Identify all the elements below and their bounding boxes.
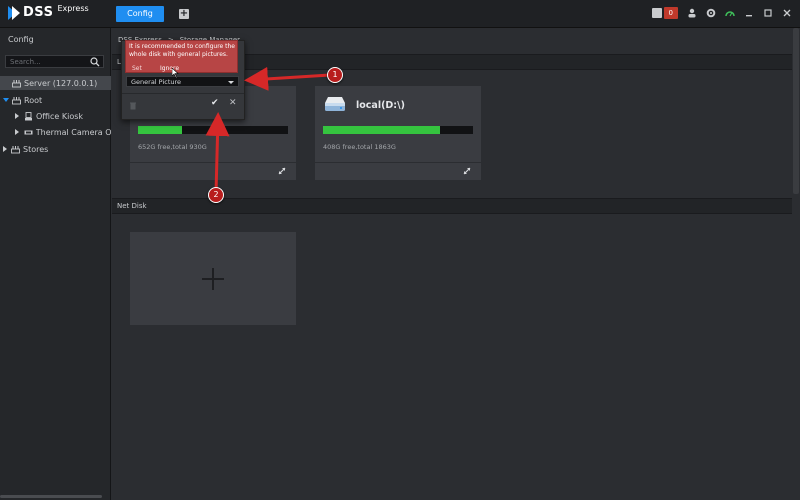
camera-icon: [24, 128, 33, 137]
tree-item-label: Thermal Camera Office: [35, 127, 111, 137]
minimize-icon[interactable]: [744, 8, 754, 18]
dss-logo-icon: [8, 5, 20, 20]
plus-icon: [212, 268, 214, 290]
app-name: DSS: [23, 5, 54, 20]
section-label: Net Disk: [117, 202, 147, 210]
disk-usage-bar: [138, 126, 288, 134]
server-icon: [11, 145, 20, 154]
kiosk-icon: [24, 111, 33, 121]
cancel-button[interactable]: ✕: [229, 99, 237, 108]
speaker-icon: [651, 8, 662, 18]
chevron-right-icon[interactable]: [3, 146, 7, 152]
popup-divider: [122, 93, 244, 94]
chevron-down-icon: [228, 81, 234, 84]
chevron-down-icon[interactable]: [3, 98, 9, 102]
confirm-button[interactable]: ✔: [211, 99, 219, 108]
add-net-disk-button[interactable]: [130, 232, 296, 325]
tree-item-label: Stores: [23, 144, 49, 154]
disk-type-select[interactable]: General Picture: [126, 76, 239, 87]
tree-item-root[interactable]: Root: [0, 93, 111, 107]
tree-item-label: Root: [24, 95, 43, 105]
search-box: [5, 55, 104, 68]
performance-gauge-icon[interactable]: [725, 8, 735, 18]
tab-config[interactable]: Config: [116, 6, 164, 22]
tree-item-thermal-camera-office[interactable]: Thermal Camera Office: [0, 125, 111, 139]
chevron-right-icon[interactable]: [15, 113, 19, 119]
disk-name: local(D:\): [356, 100, 405, 111]
main-scrollbar[interactable]: [793, 28, 799, 194]
set-link[interactable]: Set: [132, 65, 142, 72]
recommendation-tooltip: It is recommended to configure the whole…: [125, 40, 238, 73]
disk-type-selected: General Picture: [131, 78, 182, 86]
add-tab-button[interactable]: +: [179, 9, 189, 19]
close-icon[interactable]: [782, 8, 792, 18]
title-bar: DSS Express Config + 0: [0, 0, 800, 28]
disk-card-footer: [130, 162, 296, 180]
server-icon: [12, 96, 21, 105]
tree-item-office-kiosk[interactable]: Office Kiosk: [0, 109, 111, 123]
disk-card-2[interactable]: local(D:\) 408G free,total 1863G: [315, 86, 481, 180]
expand-icon[interactable]: [462, 166, 472, 176]
annotation-badge-1: 1: [327, 67, 343, 83]
tree-item-label: Server (127.0.0.1): [24, 78, 98, 88]
app-edition: Express: [57, 4, 89, 13]
tooltip-message: It is recommended to configure the whole…: [129, 43, 235, 58]
alarm-indicator[interactable]: 0: [651, 7, 678, 19]
annotation-badge-2: 2: [208, 187, 224, 203]
disk-free-text: 652G free,total 930G: [138, 143, 207, 151]
hard-disk-icon: [323, 95, 347, 115]
search-input[interactable]: [10, 58, 90, 66]
search-icon[interactable]: [90, 57, 100, 67]
mouse-cursor-icon: [171, 67, 180, 79]
chevron-right-icon[interactable]: [14, 129, 19, 135]
disk-usage-bar: [323, 126, 473, 134]
gear-icon[interactable]: [706, 8, 716, 18]
disk-usage-fill: [323, 126, 440, 134]
disk-free-text: 408G free,total 1863G: [323, 143, 396, 151]
tree-item-label: Office Kiosk: [36, 111, 84, 121]
server-icon: [12, 79, 21, 88]
trash-icon[interactable]: [130, 102, 136, 110]
sidebar-scrollbar[interactable]: [0, 495, 102, 498]
sidebar-title: Config: [8, 35, 34, 44]
disk-usage-fill: [138, 126, 182, 134]
app-logo: DSS Express: [8, 4, 89, 20]
tree-item-stores[interactable]: Stores: [0, 142, 111, 156]
maximize-icon[interactable]: [763, 8, 773, 18]
disk-card-footer: [315, 162, 481, 180]
sidebar: Config Server (127.0.0.1) Root Office Ki…: [0, 28, 111, 500]
expand-icon[interactable]: [277, 166, 287, 176]
tree-item-server[interactable]: Server (127.0.0.1): [0, 76, 111, 90]
user-icon[interactable]: [687, 8, 697, 18]
alarm-count-badge: 0: [663, 7, 678, 19]
